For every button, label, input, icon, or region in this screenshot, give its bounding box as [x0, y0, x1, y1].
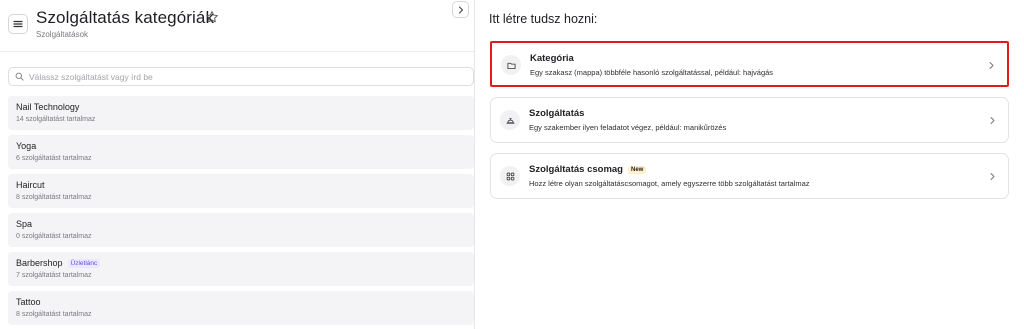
star-icon[interactable] [205, 10, 219, 24]
category-count: 7 szolgáltatást tartalmaz [16, 272, 92, 279]
search-input[interactable] [29, 70, 449, 84]
page-header: Szolgáltatás kategóriák Szolgáltatások [0, 0, 474, 52]
category-count: 6 szolgáltatást tartalmaz [16, 155, 92, 162]
collapse-panel-button[interactable] [452, 1, 469, 18]
hamburger-icon [13, 20, 23, 28]
category-item[interactable]: Spa 0 szolgáltatást tartalmaz [8, 213, 474, 247]
create-service-bundle-option[interactable]: Szolgáltatás csomag New Hozz létre olyan … [490, 153, 1009, 199]
category-name: Spa [16, 219, 33, 229]
chevron-right-icon [990, 173, 995, 180]
folder-icon [506, 62, 516, 69]
option-title: Kategória [530, 53, 574, 64]
category-name: Barbershop [16, 258, 63, 268]
option-icon-wrap [500, 166, 520, 186]
menu-button[interactable] [8, 14, 28, 34]
option-title-row: Szolgáltatás csomag New [529, 164, 647, 175]
option-icon-wrap [500, 110, 520, 130]
category-item[interactable]: Nail Technology 14 szolgáltatást tartalm… [8, 96, 474, 130]
option-description: Egy szakasz (mappa) többféle hasonló szo… [530, 68, 774, 77]
search-box[interactable] [8, 67, 474, 86]
breadcrumb[interactable]: Szolgáltatások [36, 30, 88, 39]
categories-panel: Szolgáltatás kategóriák Szolgáltatások N… [0, 0, 474, 329]
new-badge: New [627, 166, 647, 174]
service-bell-icon [505, 117, 515, 124]
category-item[interactable]: Tattoo 8 szolgáltatást tartalmaz [8, 291, 474, 325]
category-count: 8 szolgáltatást tartalmaz [16, 194, 92, 201]
category-name: Haircut [16, 180, 45, 190]
grid-icon [506, 172, 514, 180]
category-item[interactable]: Barbershop Üzletlánc 7 szolgáltatást tart… [8, 252, 474, 286]
page-title: Szolgáltatás kategóriák [36, 8, 215, 27]
option-description: Egy szakember ilyen feladatot végez, pél… [529, 123, 727, 132]
category-item[interactable]: Haircut 8 szolgáltatást tartalmaz [8, 174, 474, 208]
category-name: Yoga [16, 141, 37, 151]
category-name: Nail Technology [16, 102, 80, 112]
option-icon-wrap [501, 55, 521, 75]
category-name-row: Barbershop Üzletlánc [16, 258, 101, 268]
category-count: 8 szolgáltatást tartalmaz [16, 311, 92, 318]
option-description: Hozz létre olyan szolgáltatáscsomagot, a… [529, 179, 810, 188]
option-title: Szolgáltatás [529, 108, 585, 119]
category-list: Nail Technology 14 szolgáltatást tartalm… [8, 96, 474, 329]
category-name: Tattoo [16, 297, 41, 307]
chain-badge: Üzletlánc [67, 259, 101, 268]
search-icon [15, 72, 24, 81]
category-item[interactable]: Yoga 6 szolgáltatást tartalmaz [8, 135, 474, 169]
create-service-option[interactable]: Szolgáltatás Egy szakember ilyen feladat… [490, 97, 1009, 143]
create-heading: Itt létre tudsz hozni: [489, 12, 598, 26]
category-count: 0 szolgáltatást tartalmaz [16, 233, 92, 240]
chevron-right-icon [989, 62, 994, 69]
chevron-right-icon [458, 5, 463, 14]
create-category-option[interactable]: Kategória Egy szakasz (mappa) többféle h… [490, 41, 1009, 87]
option-title: Szolgáltatás csomag [529, 164, 623, 175]
chevron-right-icon [990, 117, 995, 124]
panel-divider [474, 0, 475, 329]
category-count: 14 szolgáltatást tartalmaz [16, 116, 96, 123]
